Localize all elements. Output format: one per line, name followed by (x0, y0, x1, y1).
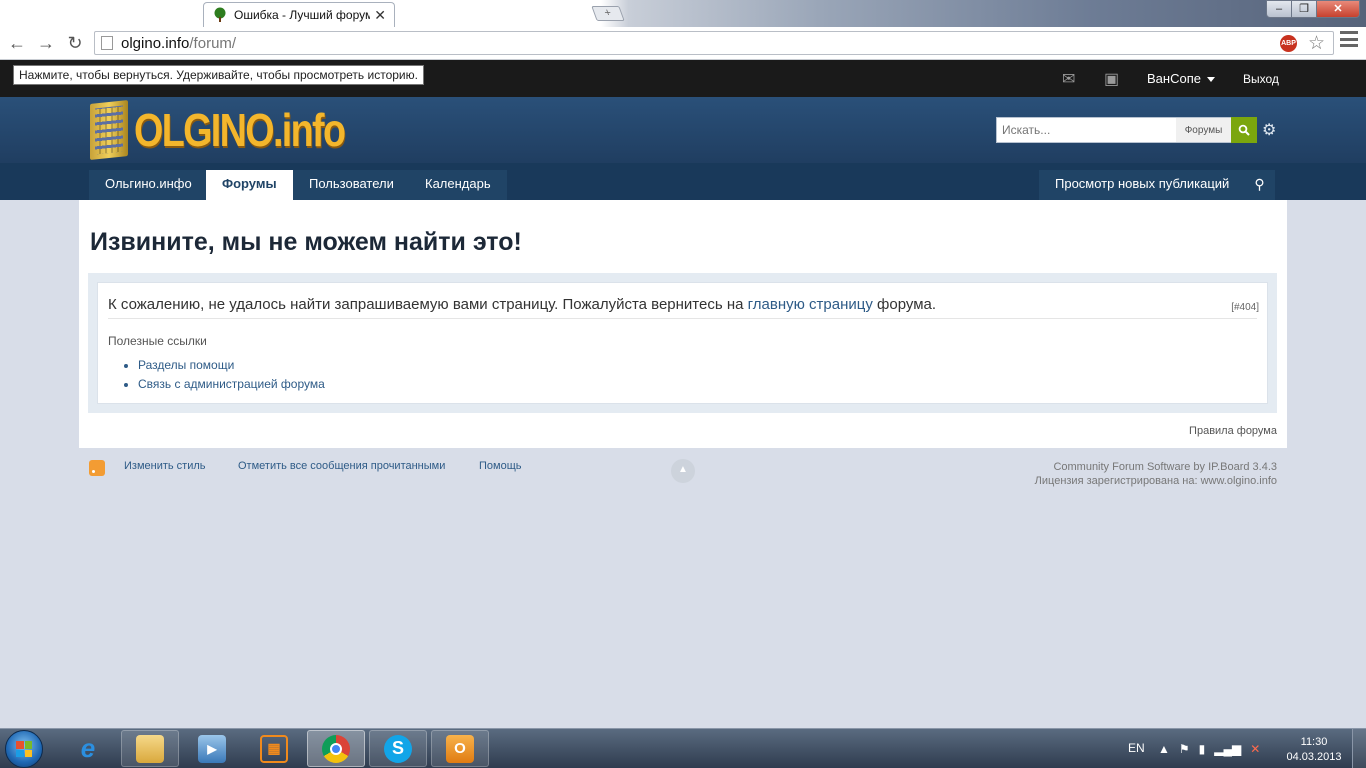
caret-down-icon (1206, 77, 1215, 83)
skype-icon: S (384, 734, 412, 763)
change-skin-link[interactable]: Изменить стиль (124, 460, 206, 472)
taskbar-media-player[interactable]: ▶ (183, 730, 241, 767)
branding-header: OLGINO.info Форумы ⚙ (0, 97, 1366, 163)
back-tooltip: Нажмите, чтобы вернуться. Удерживайте, ч… (13, 65, 424, 85)
messenger-icon[interactable]: ✉ (1062, 69, 1075, 89)
user-bar: Нажмите, чтобы вернуться. Удерживайте, ч… (0, 60, 1366, 97)
tab-close-icon[interactable]: ✕ (374, 7, 386, 24)
clock[interactable]: 11:30 04.03.2013 (1283, 735, 1345, 765)
footer: Изменить стиль Отметить все сообщения пр… (79, 458, 1287, 498)
restore-button[interactable]: ❐ (1291, 0, 1317, 18)
help-sections-link[interactable]: Разделы помощи (138, 358, 325, 373)
media-player-icon: ▶ (198, 734, 226, 763)
main-content: Извините, мы не можем найти это! К сожал… (79, 200, 1287, 448)
power-icon[interactable]: ▮ (1199, 742, 1206, 756)
new-tab-button[interactable]: + (591, 6, 625, 21)
error-panel: К сожалению, не удалось найти запрашивае… (97, 282, 1268, 404)
divider (108, 318, 1257, 319)
useful-links-label: Полезные ссылки (108, 334, 207, 348)
taskbar-outlook[interactable]: O (431, 730, 489, 767)
useful-links-list: Разделы помощи Связь с администрацией фо… (138, 358, 325, 396)
search-input[interactable] (996, 117, 1176, 143)
reload-icon[interactable]: ↻ (64, 33, 86, 53)
user-menu[interactable]: ВанСопе (1147, 71, 1215, 86)
error-code: [#404] (1231, 302, 1259, 313)
taskbar-skype[interactable]: S (369, 730, 427, 767)
error-box: К сожалению, не удалось найти запрашивае… (88, 273, 1277, 413)
taskbar-explorer[interactable] (121, 730, 179, 767)
contact-admin-link[interactable]: Связь с администрацией форума (138, 377, 325, 392)
back-to-top-icon[interactable]: ▲ (671, 459, 695, 483)
rss-icon[interactable] (89, 460, 105, 476)
language-indicator[interactable]: EN (1128, 741, 1145, 755)
view-new-content-button[interactable]: Просмотр новых публикаций (1039, 170, 1246, 200)
bookmark-star-icon[interactable]: ☆ (1308, 32, 1325, 55)
search-icon (1238, 124, 1250, 136)
search-scope[interactable]: Форумы (1176, 117, 1231, 143)
favicon-tree-icon (212, 7, 228, 23)
time-text: 11:30 (1300, 736, 1328, 748)
forward-arrow-icon[interactable]: → (35, 33, 57, 53)
tab-calendar[interactable]: Календарь (409, 170, 507, 200)
window-controls: ‒ ❐ ✕ (1266, 0, 1360, 18)
windows-logo-icon (16, 741, 32, 757)
powered-by-text: Community Forum Software by IP.Board 3.4… (1053, 461, 1277, 473)
adblock-icon[interactable]: ABP (1280, 35, 1297, 52)
chrome-icon (322, 734, 350, 763)
mark-read-link[interactable]: Отметить все сообщения прочитанными (238, 460, 445, 472)
url-text: olgino.info/forum/ (121, 34, 237, 52)
logout-link[interactable]: Выход (1243, 72, 1279, 86)
action-center-flag-icon[interactable]: ⚑ (1179, 742, 1190, 756)
tab-olgino[interactable]: Ольгино.инфо (89, 170, 208, 200)
internet-explorer-icon: e (80, 733, 96, 763)
page-icon (101, 36, 113, 50)
copyright: Community Forum Software by IP.Board 3.4… (1035, 460, 1277, 488)
window-close-button[interactable]: ✕ (1316, 0, 1360, 18)
notifications-icon[interactable]: ▣ (1104, 69, 1119, 89)
start-button[interactable] (5, 730, 43, 768)
system-tray: ▲ ⚑ ▮ ▂▄▆ ✕ (1158, 742, 1260, 756)
volume-muted-icon[interactable]: ✕ (1250, 742, 1260, 756)
browser-tab-strip: Ошибка - Лучший форум ✕ + ‒ ❐ ✕ (0, 0, 1366, 27)
outlook-icon: O (446, 734, 474, 763)
search-settings-gear-icon[interactable]: ⚙ (1262, 120, 1276, 140)
minimize-button[interactable]: ‒ (1266, 0, 1292, 18)
logo-building-icon (90, 100, 128, 160)
location-pin-icon[interactable]: ⚲ (1244, 170, 1275, 200)
browser-toolbar: ← → ↻ olgino.info/forum/ ABP ☆ (0, 27, 1366, 60)
windows-taskbar: e ▶ ▦ S O EN ▲ ⚑ ▮ ▂▄▆ ✕ 11:30 04.03.201… (0, 728, 1366, 768)
app-grid-icon: ▦ (260, 734, 288, 763)
date-text: 04.03.2013 (1286, 751, 1342, 763)
address-bar[interactable]: olgino.info/forum/ ABP ☆ (94, 31, 1334, 55)
license-text: Лицензия зарегистрирована на: www.olgino… (1034, 475, 1277, 487)
search-box: Форумы (996, 117, 1257, 143)
primary-nav: Ольгино.инфо Форумы Пользователи Календа… (0, 163, 1366, 200)
tray-expand-icon[interactable]: ▲ (1158, 742, 1170, 756)
taskbar-chrome[interactable] (307, 730, 365, 767)
forum-rules-link[interactable]: Правила форума (1189, 425, 1277, 437)
site-logo[interactable]: OLGINO.info (90, 100, 391, 160)
page-title: Извините, мы не можем найти это! (90, 228, 522, 256)
folder-icon (136, 734, 164, 763)
taskbar-ie[interactable]: e (59, 730, 117, 767)
home-page-link[interactable]: главную страницу (748, 296, 873, 313)
tab-forums[interactable]: Форумы (206, 170, 293, 200)
network-signal-icon[interactable]: ▂▄▆ (1214, 742, 1241, 756)
taskbar-app-grid[interactable]: ▦ (245, 730, 303, 767)
tab-members[interactable]: Пользователи (293, 170, 410, 200)
search-button[interactable] (1231, 117, 1257, 143)
back-arrow-icon[interactable]: ← (6, 33, 28, 53)
tab-title: Ошибка - Лучший форум (234, 8, 371, 22)
show-desktop-button[interactable] (1352, 729, 1366, 768)
help-link[interactable]: Помощь (479, 460, 522, 472)
browser-tab[interactable]: Ошибка - Лучший форум ✕ (203, 2, 395, 27)
error-message: К сожалению, не удалось найти запрашивае… (108, 296, 937, 313)
chrome-menu-icon[interactable] (1340, 31, 1358, 47)
